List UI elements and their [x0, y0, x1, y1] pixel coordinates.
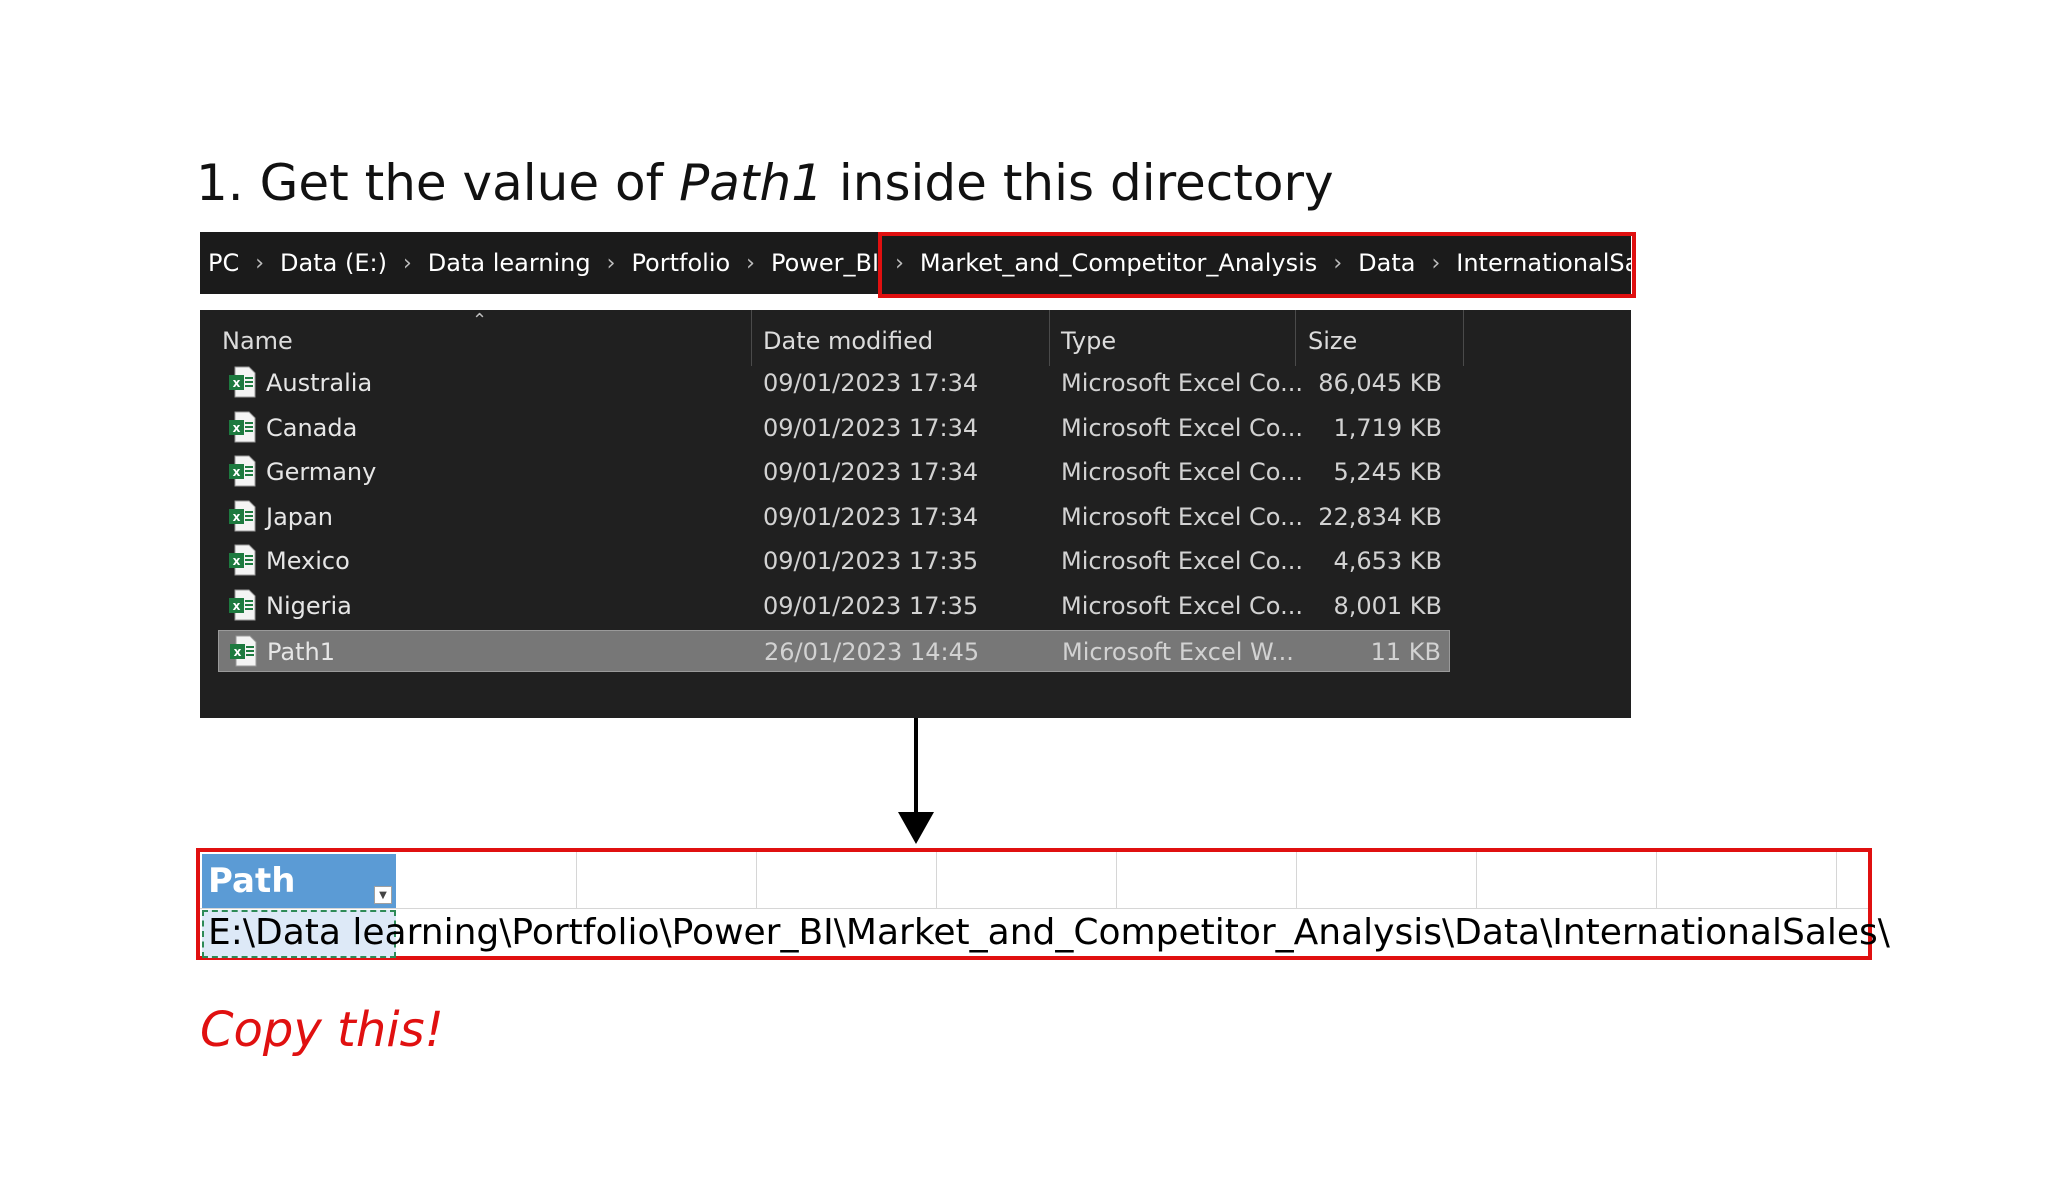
file-row[interactable]: x Nigeria 09/01/2023 17:35 Microsoft Excel …	[218, 585, 1450, 627]
file-type: Microsoft Excel Co...	[1061, 458, 1303, 487]
file-type: Microsoft Excel Co...	[1061, 547, 1303, 576]
svg-text:x: x	[234, 645, 242, 659]
file-size: 8,001 KB	[1333, 592, 1442, 620]
excel-workbook-icon: x	[230, 635, 257, 667]
chevron-right-icon[interactable]: ›	[736, 251, 765, 276]
file-date: 09/01/2023 17:34	[763, 413, 979, 442]
file-type: Microsoft Excel Co...	[1061, 413, 1303, 442]
svg-text:x: x	[233, 554, 241, 568]
file-date: 26/01/2023 14:45	[764, 637, 980, 666]
file-name: Germany	[266, 458, 377, 487]
grid-line	[1296, 852, 1297, 908]
column-separator[interactable]	[1463, 310, 1464, 366]
instruction-emphasis: Path1	[679, 154, 824, 212]
file-size: 22,834 KB	[1318, 502, 1442, 531]
instruction-title: 1. Get the value of Path1 inside this di…	[196, 154, 1334, 212]
grid-line	[1836, 852, 1837, 908]
file-size: 5,245 KB	[1333, 458, 1442, 487]
breadcrumb-power-bi[interactable]: Power_BI	[765, 249, 885, 277]
down-arrow-icon	[898, 812, 934, 844]
column-separator[interactable]	[1049, 310, 1050, 366]
grid-line	[200, 908, 1868, 909]
file-name: Canada	[266, 413, 358, 442]
file-row[interactable]: x Canada 09/01/2023 17:34 Microsoft Excel C…	[218, 407, 1450, 449]
copy-note: Copy this!	[200, 1002, 444, 1058]
breadcrumb-portfolio[interactable]: Portfolio	[625, 249, 736, 277]
sort-up-icon: ⌃	[472, 310, 488, 331]
file-type: Microsoft Excel W...	[1062, 637, 1294, 666]
grid-line	[1476, 852, 1477, 908]
instruction-prefix: 1. Get the value of	[196, 154, 680, 212]
grid-line	[936, 852, 937, 908]
column-separator[interactable]	[1295, 310, 1296, 366]
path-value[interactable]: E:\Data learning\Portfolio\Power_BI\Mark…	[208, 912, 1890, 953]
file-size: 1,719 KB	[1333, 413, 1442, 442]
file-name: Nigeria	[266, 592, 352, 620]
file-date: 09/01/2023 17:35	[763, 547, 979, 576]
grid-line	[576, 852, 577, 908]
file-list: ⌃ Name Date modified Type Size x Australi…	[200, 310, 1631, 718]
file-name: Mexico	[266, 547, 350, 576]
file-name: Australia	[266, 369, 373, 397]
excel-csv-icon: x	[229, 500, 256, 532]
file-size: 86,045 KB	[1318, 369, 1442, 397]
file-row[interactable]: x Japan 09/01/2023 17:34 Microsoft Excel Co…	[218, 496, 1450, 538]
breadcrumb-data-learning[interactable]: Data learning	[422, 249, 597, 277]
excel-csv-icon: x	[229, 589, 256, 621]
file-type: Microsoft Excel Co...	[1061, 502, 1303, 531]
divider	[200, 298, 1631, 304]
grid-line	[756, 852, 757, 908]
svg-text:x: x	[233, 376, 241, 390]
file-name: Japan	[266, 502, 333, 531]
file-row[interactable]: x Germany 09/01/2023 17:34 Microsoft Excel …	[218, 451, 1450, 493]
svg-text:x: x	[233, 599, 241, 613]
svg-text:x: x	[233, 421, 241, 435]
instruction-suffix: inside this directory	[823, 154, 1334, 212]
file-name: Path1	[267, 637, 335, 666]
chevron-right-icon[interactable]: ›	[245, 251, 274, 276]
file-size: 11 KB	[1370, 637, 1441, 666]
file-type: Microsoft Excel Co...	[1061, 592, 1303, 620]
breadcrumb-data-drive[interactable]: Data (E:)	[274, 249, 393, 277]
grid-line	[1656, 852, 1657, 908]
excel-csv-icon: x	[229, 366, 256, 398]
excel-csv-icon: x	[229, 455, 256, 487]
table-header-cell[interactable]: Path	[202, 854, 396, 908]
svg-text:x: x	[233, 465, 241, 479]
file-date: 09/01/2023 17:34	[763, 458, 979, 487]
file-date: 09/01/2023 17:34	[763, 502, 979, 531]
filter-dropdown-icon[interactable]: ▼	[374, 886, 392, 904]
breadcrumb-pc[interactable]: PC	[200, 249, 245, 277]
file-row[interactable]: x Path1 26/01/2023 14:45 Microsoft Excel W.…	[218, 629, 1450, 672]
file-row[interactable]: x Australia 09/01/2023 17:34 Microsoft Exce…	[218, 362, 1450, 404]
breadcrumb-highlight-box	[878, 232, 1636, 298]
file-date: 09/01/2023 17:34	[763, 369, 979, 397]
grid-line	[1116, 852, 1117, 908]
table-header-label: Path	[208, 861, 296, 901]
chevron-right-icon[interactable]: ›	[393, 251, 422, 276]
excel-csv-icon: x	[229, 544, 256, 576]
excel-csv-icon: x	[229, 411, 256, 443]
file-type: Microsoft Excel Co...	[1061, 369, 1303, 397]
column-separator[interactable]	[751, 310, 752, 366]
file-date: 09/01/2023 17:35	[763, 592, 979, 620]
excel-snippet: Path ▼ E:\Data learning\Portfolio\Power_…	[196, 848, 1890, 960]
chevron-right-icon[interactable]: ›	[597, 251, 626, 276]
file-row[interactable]: x Mexico 09/01/2023 17:35 Microsoft Excel C…	[218, 540, 1450, 582]
down-arrow-line	[914, 718, 918, 818]
svg-text:x: x	[233, 510, 241, 524]
file-size: 4,653 KB	[1333, 547, 1442, 576]
